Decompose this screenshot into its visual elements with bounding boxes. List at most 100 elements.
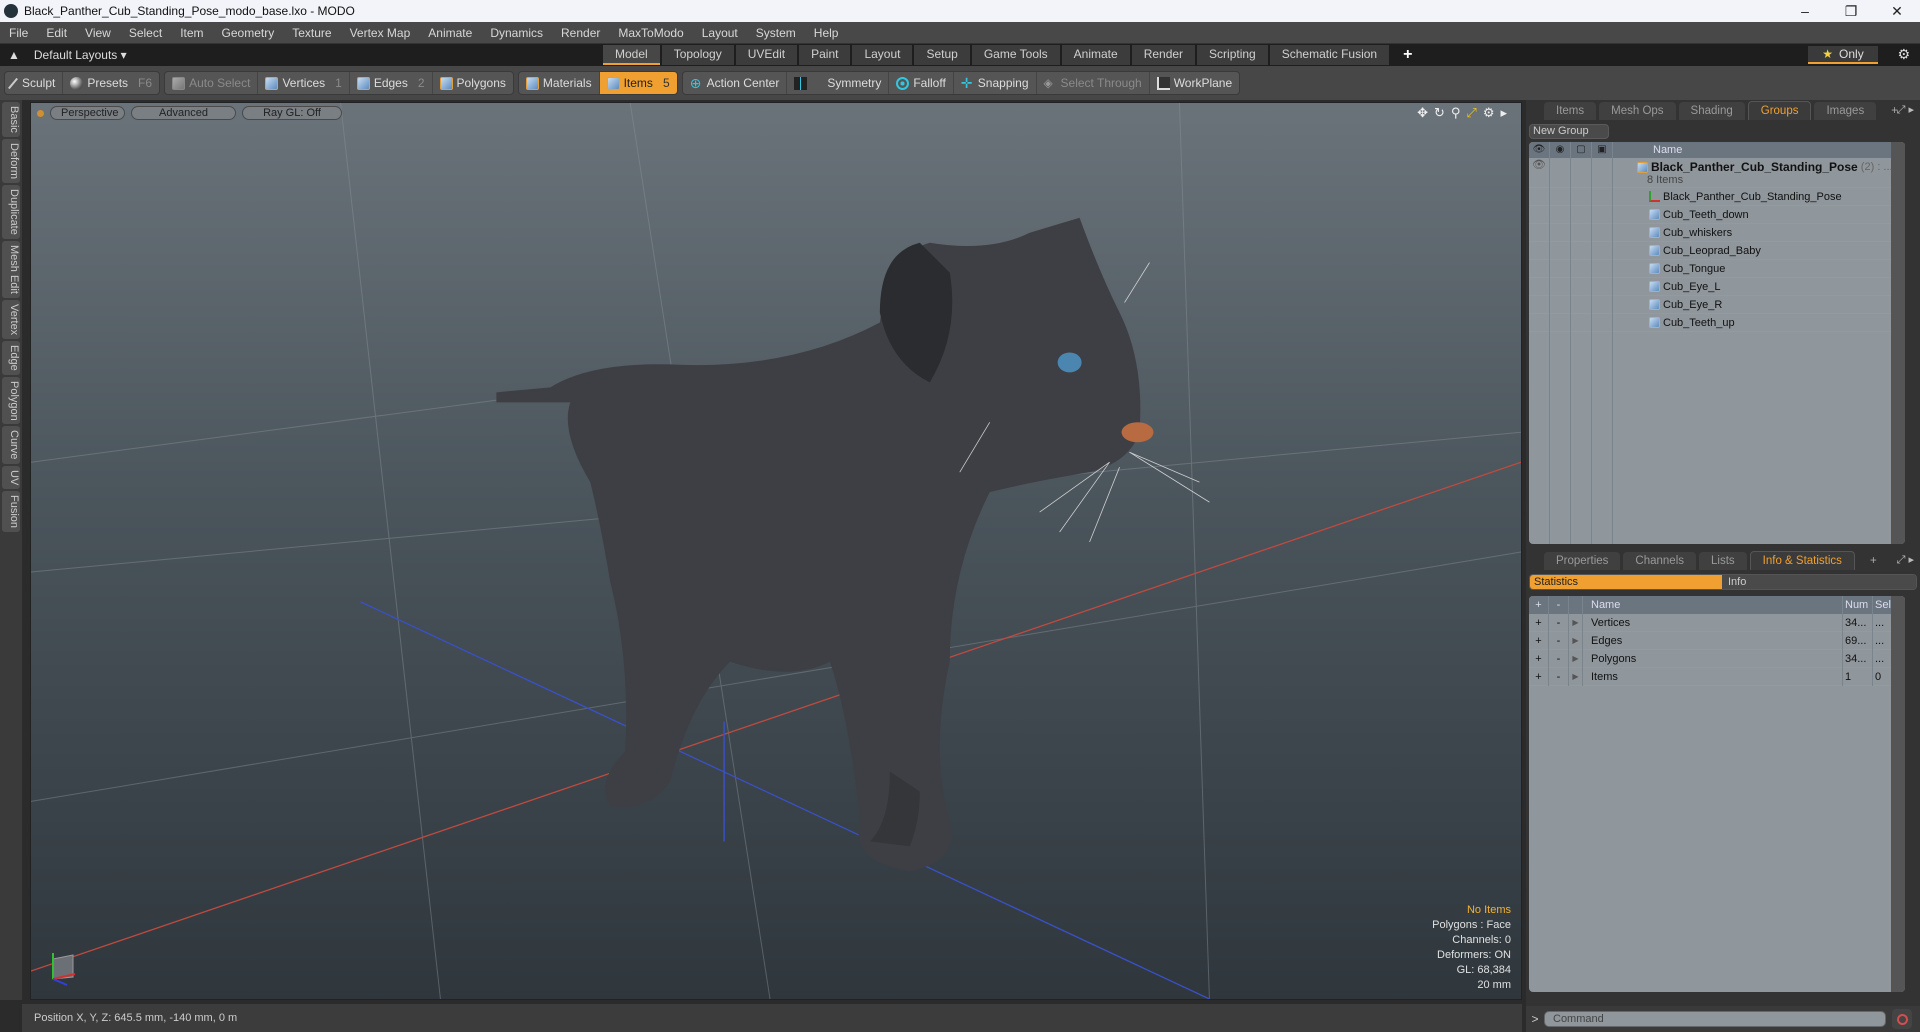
minimize-button[interactable]: – <box>1782 0 1828 22</box>
tab-layout[interactable]: Layout <box>852 45 913 65</box>
fit-view-icon[interactable]: ⤢ <box>1466 105 1476 121</box>
vertices-button[interactable]: Vertices 1 <box>258 72 350 94</box>
tab-schematic-fusion[interactable]: Schematic Fusion <box>1269 45 1390 65</box>
expand-all-button[interactable]: + <box>1529 596 1549 614</box>
expand-arrow-icon[interactable]: ▶ <box>1569 631 1583 650</box>
tab-game-tools[interactable]: Game Tools <box>971 45 1060 65</box>
add-selection-button[interactable]: + <box>1529 613 1549 632</box>
tree-item-row[interactable]: Cub_Eye_L <box>1529 277 1905 296</box>
render-column-icon[interactable]: ◉ <box>1550 142 1571 158</box>
tab-channels[interactable]: Channels <box>1623 552 1697 570</box>
menu-animate[interactable]: Animate <box>419 26 481 40</box>
tab-shading[interactable]: Shading <box>1678 102 1745 120</box>
select-column-icon[interactable]: ▣ <box>1592 142 1613 158</box>
tab-scripting[interactable]: Scripting <box>1197 45 1268 65</box>
lock-column-icon[interactable]: ▢ <box>1571 142 1592 158</box>
record-macro-button[interactable] <box>1892 1009 1912 1029</box>
add-lower-tab-button[interactable]: + <box>1858 552 1889 570</box>
view-mode-dropdown[interactable]: Perspective <box>50 106 125 120</box>
new-group-button[interactable]: New Group <box>1529 124 1609 139</box>
menu-dynamics[interactable]: Dynamics <box>481 26 552 40</box>
3d-viewport[interactable]: Perspective Advanced Ray GL: Off ✥ ↻ ⚲ ⤢… <box>30 102 1522 1000</box>
left-tab-mesh-edit[interactable]: Mesh Edit <box>2 240 20 298</box>
menu-item[interactable]: Item <box>171 26 212 40</box>
group-visibility-toggle[interactable]: 👁 <box>1529 158 1550 188</box>
menu-select[interactable]: Select <box>120 26 171 40</box>
tab-uvedit[interactable]: UVEdit <box>735 45 798 65</box>
group-row[interactable]: 👁 Black_Panther_Cub_Standing_Pose (2) : … <box>1529 158 1905 188</box>
remove-selection-button[interactable]: - <box>1549 667 1569 686</box>
close-button[interactable]: ✕ <box>1874 0 1920 22</box>
tab-properties[interactable]: Properties <box>1544 552 1621 570</box>
tab-animate[interactable]: Animate <box>1061 45 1130 65</box>
menu-geometry[interactable]: Geometry <box>213 26 284 40</box>
workplane-button[interactable]: WorkPlane <box>1150 72 1239 94</box>
tab-lists[interactable]: Lists <box>1699 552 1747 570</box>
menu-render[interactable]: Render <box>552 26 609 40</box>
tree-item-row[interactable]: Black_Panther_Cub_Standing_Pose <box>1529 187 1905 206</box>
menu-file[interactable]: File <box>0 26 37 40</box>
left-tab-vertex[interactable]: Vertex <box>2 299 20 339</box>
action-center-button[interactable]: ⊕ Action Center <box>683 72 788 94</box>
tree-item-row[interactable]: Cub_Eye_R <box>1529 295 1905 314</box>
shading-mode-dropdown[interactable]: Advanced <box>131 106 236 120</box>
tree-item-row[interactable]: Cub_whiskers <box>1529 223 1905 242</box>
falloff-button[interactable]: Falloff <box>889 72 954 94</box>
name-column-header[interactable]: Name <box>1613 144 1682 156</box>
presets-button[interactable]: Presets F6 <box>63 72 159 94</box>
info-toggle[interactable]: Info <box>1722 575 1916 589</box>
add-selection-button[interactable]: + <box>1529 631 1549 650</box>
stat-row-polygons[interactable]: + - ▶ Polygons 34...... <box>1529 649 1905 668</box>
materials-button[interactable]: Materials <box>519 72 600 94</box>
left-tab-edge[interactable]: Edge <box>2 340 20 375</box>
settings-gear-icon[interactable]: ⚙ <box>1897 46 1910 63</box>
menu-texture[interactable]: Texture <box>283 26 340 40</box>
add-selection-button[interactable]: + <box>1529 667 1549 686</box>
left-tab-basic[interactable]: Basic <box>2 102 20 137</box>
group-lock-toggle[interactable] <box>1571 158 1592 188</box>
stat-row-items[interactable]: + - ▶ Items 1 0 <box>1529 667 1905 686</box>
group-render-toggle[interactable] <box>1550 158 1571 188</box>
menu-vertex-map[interactable]: Vertex Map <box>341 26 420 40</box>
only-button[interactable]: ★ Only <box>1808 46 1878 64</box>
left-tab-curve[interactable]: Curve <box>2 426 20 464</box>
tab-topology[interactable]: Topology <box>661 45 734 65</box>
command-input[interactable] <box>1544 1011 1886 1027</box>
expand-lower-panel-icon[interactable]: ⤢ ▸ <box>1897 553 1914 567</box>
expand-arrow-icon[interactable]: ▶ <box>1569 667 1583 686</box>
edges-button[interactable]: Edges 2 <box>350 72 433 94</box>
remove-selection-button[interactable]: - <box>1549 649 1569 668</box>
visibility-column-icon[interactable]: 👁 <box>1529 142 1550 158</box>
menu-system[interactable]: System <box>747 26 805 40</box>
menu-view[interactable]: View <box>76 26 120 40</box>
expand-panel-icon[interactable]: ⤢ ▸ <box>1897 103 1914 117</box>
sculpt-button[interactable]: Sculpt <box>5 72 64 94</box>
zoom-icon[interactable]: ⚲ <box>1451 105 1461 121</box>
left-tab-polygon[interactable]: Polygon <box>2 376 20 425</box>
expand-arrow-icon[interactable]: ▶ <box>1569 649 1583 668</box>
layout-collapse-icon[interactable]: ▲ <box>8 48 20 62</box>
symmetry-button[interactable]: Symmetry <box>787 72 890 94</box>
tab-images[interactable]: Images <box>1814 102 1877 120</box>
tab-groups[interactable]: Groups <box>1747 101 1812 120</box>
add-selection-button[interactable]: + <box>1529 649 1549 668</box>
tree-item-row[interactable]: Cub_Teeth_up <box>1529 313 1905 332</box>
stat-row-edges[interactable]: + - ▶ Edges 69...... <box>1529 631 1905 650</box>
menu-edit[interactable]: Edit <box>37 26 76 40</box>
menu-help[interactable]: Help <box>805 26 848 40</box>
panther-cub-model[interactable] <box>496 217 1210 872</box>
tree-item-row[interactable]: Cub_Leoprad_Baby <box>1529 241 1905 260</box>
viewport-more-arrow-icon[interactable]: ▸ <box>1500 105 1507 121</box>
left-tab-uv[interactable]: UV <box>2 465 20 490</box>
expand-arrow-icon[interactable]: ▶ <box>1569 613 1583 632</box>
rotate-icon[interactable]: ↻ <box>1434 105 1445 121</box>
add-tab-button[interactable]: + <box>1391 45 1424 65</box>
tab-model[interactable]: Model <box>603 45 660 65</box>
left-tab-duplicate[interactable]: Duplicate <box>2 184 20 239</box>
raygl-toggle[interactable]: Ray GL: Off <box>242 106 342 120</box>
collapse-all-button[interactable]: - <box>1549 596 1569 614</box>
stat-row-vertices[interactable]: + - ▶ Vertices 34...... <box>1529 613 1905 632</box>
remove-selection-button[interactable]: - <box>1549 631 1569 650</box>
menu-maxtomodo[interactable]: MaxToModo <box>609 26 692 40</box>
tab-paint[interactable]: Paint <box>799 45 851 65</box>
